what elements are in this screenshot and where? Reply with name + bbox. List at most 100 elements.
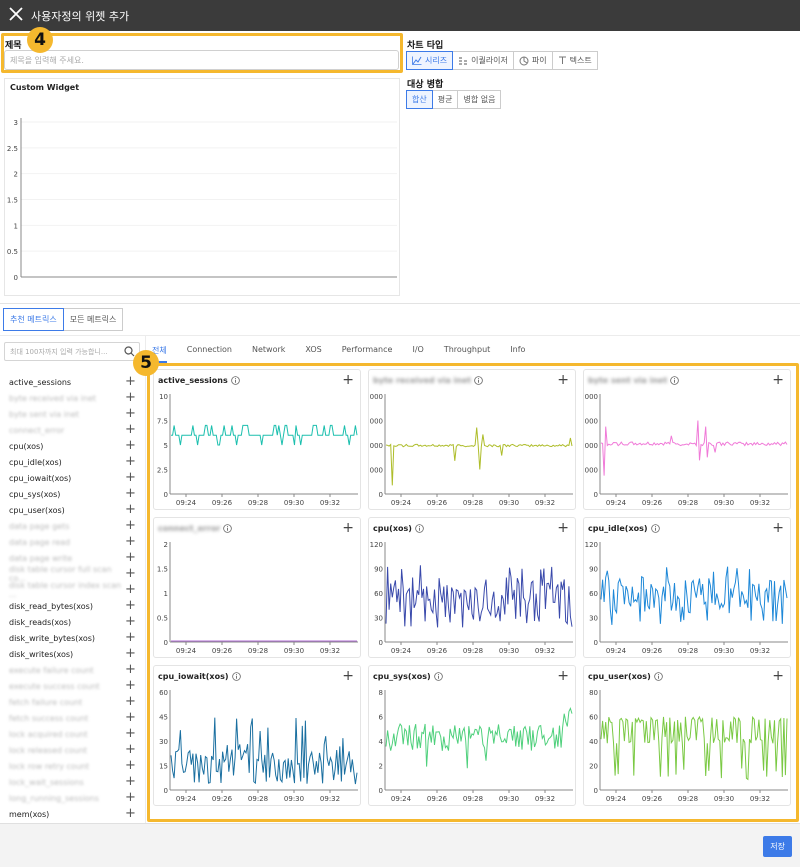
add-metric-plus-icon[interactable]: + — [125, 503, 136, 516]
preview-y-tick: 3 — [14, 119, 18, 127]
category-tab[interactable]: I/O — [412, 345, 423, 363]
y-tick-label: 0 — [594, 639, 598, 647]
category-tab[interactable]: Throughput — [444, 345, 490, 363]
chart-type-text[interactable]: 텍스트 — [551, 51, 598, 70]
metric-name: lock_wait_sessions — [9, 777, 84, 787]
search-icon[interactable] — [124, 346, 135, 357]
add-metric-plus-icon[interactable]: + — [125, 663, 136, 676]
add-metric-plus-icon[interactable]: + — [125, 519, 136, 532]
metric-name: data page write — [9, 553, 73, 563]
add-card-plus-icon[interactable]: + — [772, 668, 784, 684]
add-metric-plus-icon[interactable]: + — [125, 791, 136, 804]
metric-list-item: active_sessions + — [9, 374, 136, 390]
add-metric-plus-icon[interactable]: + — [125, 775, 136, 788]
series-line — [385, 427, 573, 486]
title-input[interactable]: 제목을 입력해 주세요. — [4, 50, 399, 70]
chart-type-series[interactable]: 시리즈 — [406, 51, 454, 70]
y-tick-label: 0 — [164, 491, 168, 499]
add-metric-plus-icon[interactable]: + — [125, 567, 136, 580]
category-tab[interactable]: Network — [252, 345, 285, 363]
add-card-plus-icon[interactable]: + — [772, 520, 784, 536]
add-card-plus-icon[interactable]: + — [342, 372, 354, 388]
metric-name: mem(xos) — [9, 809, 50, 819]
metric-name: fetch failure count — [9, 697, 83, 707]
add-metric-plus-icon[interactable]: + — [125, 647, 136, 660]
category-tab[interactable]: Info — [510, 345, 525, 363]
add-card-plus-icon[interactable]: + — [557, 520, 569, 536]
preview-y-tick: 0.5 — [7, 248, 18, 256]
metric-card-title-text: cpu_iowait(xos) — [158, 672, 229, 681]
add-metric-plus-icon[interactable]: + — [125, 423, 136, 436]
info-icon — [415, 524, 424, 533]
add-metric-plus-icon[interactable]: + — [125, 679, 136, 692]
add-card-plus-icon[interactable]: + — [772, 372, 784, 388]
add-metric-plus-icon[interactable]: + — [125, 743, 136, 756]
add-metric-plus-icon[interactable]: + — [125, 551, 136, 564]
add-metric-plus-icon[interactable]: + — [125, 807, 136, 820]
chart-type-pie[interactable]: 파이 — [512, 51, 553, 70]
metric-name: cpu_iowait(xos) — [9, 473, 72, 483]
add-metric-plus-icon[interactable]: + — [125, 631, 136, 644]
close-icon[interactable] — [9, 7, 23, 21]
merge-sum[interactable]: 합산 — [406, 90, 433, 109]
add-card-plus-icon[interactable]: + — [342, 520, 354, 536]
info-icon — [433, 672, 443, 681]
category-tab[interactable]: Connection — [187, 345, 232, 363]
pie-icon — [519, 56, 529, 65]
add-metric-plus-icon[interactable]: + — [125, 583, 136, 596]
merge-average[interactable]: 평균 — [431, 90, 459, 109]
metric-name: cpu_user(xos) — [9, 505, 65, 515]
add-metric-plus-icon[interactable]: + — [125, 487, 136, 500]
x-tick-label: 09:24 — [176, 647, 197, 655]
category-tab[interactable]: XOS — [305, 345, 321, 363]
add-card-plus-icon[interactable]: + — [557, 372, 569, 388]
metric-card-title-text: connect_error — [158, 524, 221, 533]
y-tick-label: 160,000 — [584, 393, 598, 401]
metric-list-item: disk_writes(xos) + — [9, 646, 136, 662]
x-tick-label: 09:30 — [714, 795, 734, 803]
y-tick-label: 0 — [379, 787, 383, 795]
info-icon — [223, 524, 233, 533]
metric-list-item: execute failure count + — [9, 662, 136, 678]
add-metric-plus-icon[interactable]: + — [125, 471, 136, 484]
add-metric-plus-icon[interactable]: + — [125, 727, 136, 740]
x-tick-label: 09:32 — [320, 499, 340, 507]
preview-y-tick: 1.5 — [7, 197, 18, 205]
x-tick-label: 09:30 — [714, 499, 734, 507]
x-tick-label: 09:24 — [391, 647, 412, 655]
add-metric-plus-icon[interactable]: + — [125, 407, 136, 420]
add-metric-plus-icon[interactable]: + — [125, 711, 136, 724]
add-metric-plus-icon[interactable]: + — [125, 695, 136, 708]
add-card-plus-icon[interactable]: + — [342, 668, 354, 684]
y-tick-label: 30 — [374, 615, 383, 623]
chart-type-equalizer[interactable]: 이퀄라이저 — [452, 51, 514, 70]
add-metric-plus-icon[interactable]: + — [125, 455, 136, 468]
category-tab[interactable]: Performance — [342, 345, 393, 363]
save-button[interactable]: 저장 — [763, 836, 792, 857]
add-metric-plus-icon[interactable]: + — [125, 599, 136, 612]
metric-list-item: disk_reads(xos) + — [9, 614, 136, 630]
metric-search-input[interactable]: 최대 100자까지 입력 가능합니... — [4, 342, 140, 361]
metric-name: data page read — [9, 537, 71, 547]
metric-list-item: cpu_sys(xos) + — [9, 486, 136, 502]
add-card-plus-icon[interactable]: + — [557, 668, 569, 684]
series-line — [600, 715, 788, 781]
tab-recommended-metrics[interactable]: 추천 메트릭스 — [3, 308, 64, 331]
add-metric-plus-icon[interactable]: + — [125, 391, 136, 404]
tab-all-metrics[interactable]: 모든 메트릭스 — [62, 308, 124, 331]
merge-none[interactable]: 병합 없음 — [457, 90, 502, 109]
add-metric-plus-icon[interactable]: + — [125, 759, 136, 772]
metric-list-item: cpu_iowait(xos) + — [9, 470, 136, 486]
metric-name: lock released count — [9, 745, 88, 755]
tabs-divider — [0, 335, 800, 336]
add-metric-plus-icon[interactable]: + — [125, 535, 136, 548]
chart-type-group: 시리즈 이퀄라이저 파이 텍스트 — [406, 51, 598, 70]
add-metric-plus-icon[interactable]: + — [125, 375, 136, 388]
add-metric-plus-icon[interactable]: + — [125, 439, 136, 452]
x-tick-label: 09:30 — [714, 647, 734, 655]
section-divider — [0, 303, 800, 304]
metric-card-chart: 80 60 40 20 0 09:24 09:26 09:28 09:30 09:32 — [589, 689, 788, 803]
y-tick-label: 0 — [379, 491, 383, 499]
add-metric-plus-icon[interactable]: + — [125, 615, 136, 628]
step-badge-5: 5 — [133, 350, 159, 376]
